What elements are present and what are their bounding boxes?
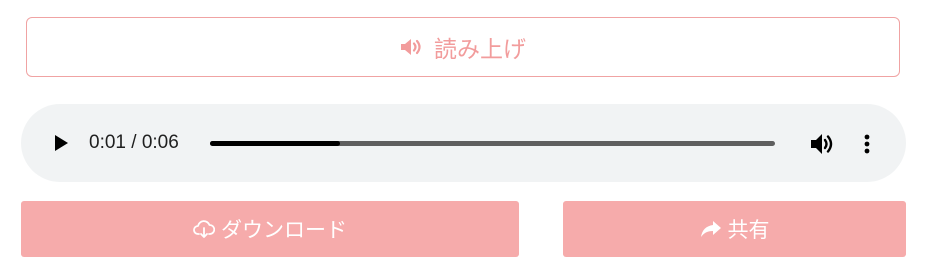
volume-icon <box>811 134 833 154</box>
read-aloud-label: 読み上げ <box>434 37 526 63</box>
more-options-button[interactable] <box>859 131 875 157</box>
share-arrow-icon <box>700 220 722 238</box>
download-label: ダウンロード <box>221 218 347 242</box>
volume-up-icon <box>400 37 424 57</box>
mute-button[interactable] <box>809 131 835 157</box>
play-icon <box>55 135 68 151</box>
time-display: 0:01 / 0:06 <box>89 132 179 153</box>
seek-bar-progress <box>210 141 340 146</box>
seek-bar[interactable] <box>210 141 775 146</box>
share-button[interactable]: 共有 <box>563 201 906 257</box>
download-button[interactable]: ダウンロード <box>21 201 519 257</box>
audio-player: 0:01 / 0:06 <box>21 104 906 182</box>
share-label: 共有 <box>727 218 770 242</box>
more-vert-icon <box>864 134 870 154</box>
cloud-download-icon <box>193 219 215 239</box>
read-aloud-button[interactable]: 読み上げ <box>26 17 900 77</box>
play-button[interactable] <box>49 130 73 156</box>
audio-widget: 読み上げ 0:01 / 0:06 ダウンロード 共有 <box>0 0 930 273</box>
